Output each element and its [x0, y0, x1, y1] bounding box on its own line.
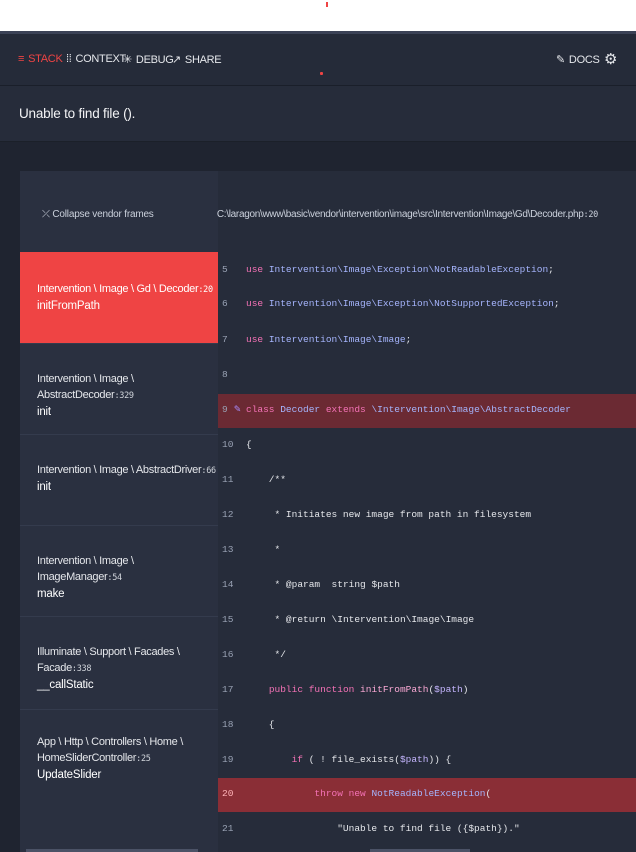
share-icon: ↗	[172, 54, 181, 66]
frame-function: make	[37, 588, 65, 600]
frame-item[interactable]: Intervention \ Image \ AbstractDecoder:3…	[20, 343, 218, 434]
docs-label: DOCS	[568, 53, 600, 66]
code-line-error: 20 throw new NotReadableException(	[218, 778, 636, 812]
settings-gear-icon[interactable]: ⚙	[604, 50, 617, 68]
frame-function: initFromPath	[37, 300, 100, 312]
stack-icon: ≡	[18, 53, 25, 65]
nav-context-tab[interactable]: ⁞⁞ CONTEXT	[66, 53, 126, 65]
docs-link[interactable]: ✎ DOCS	[556, 53, 600, 67]
frame-item[interactable]: Intervention \ Image \ ImageManager:54 m…	[20, 525, 218, 616]
frame-line: :20	[198, 285, 213, 295]
collapse-icon: ⤫	[42, 209, 50, 220]
frame-line: :329	[114, 391, 134, 401]
frame-line: :25	[136, 754, 151, 764]
code-line: 19 if ( ! file_exists($path)) {	[222, 754, 452, 765]
frame-line: :338	[71, 664, 92, 674]
error-message: Unable to find file ().	[19, 106, 136, 121]
nav-stack-label: STACK	[28, 53, 63, 65]
frame-function: init	[37, 406, 51, 418]
frames-list: ⤫ Collapse vendor frames Intervention \ …	[20, 171, 218, 852]
frame-item[interactable]: App \ Http \ Controllers \ Home \ HomeSl…	[20, 709, 218, 852]
debug-icon: ✳	[123, 54, 132, 66]
frame-item[interactable]: Intervention \ Image \ AbstractDriver:66…	[20, 434, 218, 525]
frame-class: Intervention \ Image \ ImageManager:54	[37, 555, 134, 583]
nav-debug-tab[interactable]: ✳ DEBUG	[123, 53, 174, 67]
nav-share-label: SHARE	[184, 53, 222, 66]
code-line: 6 use Intervention\Image\Exception\NotSup…	[222, 298, 560, 309]
file-line: :20	[583, 210, 599, 220]
frame-class: Illuminate \ Support \ Facades \ Facade:…	[37, 646, 180, 674]
top-nav: ≡ STACK ⁞⁞ CONTEXT ✳ DEBUG ↗ SHARE ✎ DOC…	[0, 34, 636, 86]
nav-debug-label: DEBUG	[135, 53, 174, 66]
code-line: 7 use Intervention\Image\Image;	[222, 334, 412, 345]
file-path[interactable]: C:\laragon\www\basic\vendor\intervention…	[217, 209, 598, 220]
code-line: 14 * @param string $path	[222, 579, 400, 590]
code-line: 16 */	[222, 649, 286, 660]
frame-line: :66	[201, 466, 216, 476]
pencil-icon: ✎	[234, 404, 241, 416]
frame-class: Intervention \ Image \ AbstractDriver:66	[37, 464, 216, 476]
code-line: 11 /**	[222, 474, 286, 485]
frame-function: init	[37, 481, 51, 493]
nav-share-tab[interactable]: ↗ SHARE	[172, 53, 222, 67]
frame-item[interactable]: Intervention \ Image \ Gd \ Decoder:20 i…	[20, 252, 218, 343]
code-line-highlighted: 9 ✎ class Decoder extends \Intervention\Im…	[218, 394, 636, 428]
code-line: 17 public function initFromPath($path)	[222, 684, 469, 695]
code-line: 18 {	[222, 719, 275, 730]
error-header: Unable to find file ().	[0, 86, 636, 142]
code-line: 15 * @return \Intervention\Image\Image	[222, 614, 475, 625]
nav-stack-tab[interactable]: ≡ STACK	[18, 53, 63, 65]
stack-panel: ⤫ Collapse vendor frames Intervention \ …	[20, 171, 636, 852]
code-line: 10{	[222, 439, 252, 450]
nav-context-label: CONTEXT	[75, 53, 127, 65]
frame-class: Intervention \ Image \ Gd \ Decoder:20	[37, 283, 213, 295]
collapse-label: Collapse vendor frames	[52, 209, 154, 220]
frame-function: __callStatic	[37, 679, 94, 691]
active-indicator-dot	[320, 72, 323, 75]
frame-class: Intervention \ Image \ AbstractDecoder:3…	[37, 373, 134, 401]
frame-line: :54	[107, 573, 122, 583]
frame-item[interactable]: Illuminate \ Support \ Facades \ Facade:…	[20, 616, 218, 707]
context-icon: ⁞⁞	[66, 53, 72, 65]
code-line: 21 "Unable to find file ({$path})."	[222, 823, 520, 834]
code-line: 5 use Intervention\Image\Exception\NotRea…	[222, 264, 554, 275]
code-line: 8	[222, 369, 228, 380]
browser-top-area	[0, 0, 636, 31]
frame-function: UpdateSlider	[37, 769, 102, 781]
code-viewer: C:\laragon\www\basic\vendor\intervention…	[217, 171, 636, 852]
collapse-vendor-frames-button[interactable]: ⤫ Collapse vendor frames	[42, 209, 154, 220]
docs-icon: ✎	[556, 54, 565, 66]
code-line: 13 *	[222, 544, 281, 555]
code-line: 12 * Initiates new image from path in fi…	[222, 509, 532, 520]
frame-class: App \ Http \ Controllers \ Home \ HomeSl…	[37, 736, 183, 764]
red-tick-mark	[326, 2, 328, 7]
